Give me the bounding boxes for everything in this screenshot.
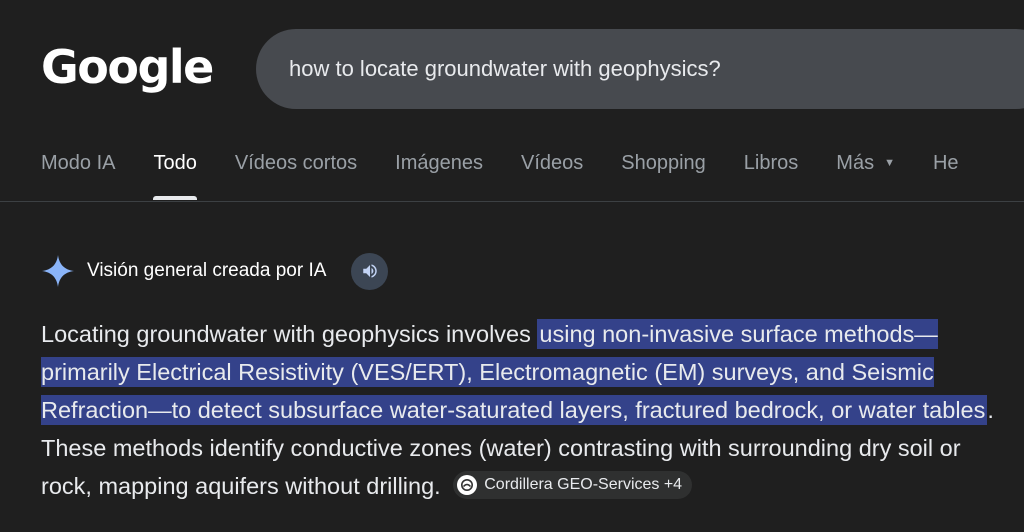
tab-label: Imágenes <box>395 152 483 174</box>
source-favicon-icon <box>457 475 478 495</box>
source-chip-label: Cordillera GEO-Services +4 <box>484 476 683 493</box>
search-input[interactable] <box>289 56 989 82</box>
tab-todo[interactable]: Todo <box>153 152 198 202</box>
search-box[interactable] <box>256 29 1024 109</box>
caret-down-icon: ▼ <box>884 157 895 169</box>
overview-text-intro: Locating groundwater with geophysics inv… <box>41 321 538 347</box>
google-logo[interactable]: Google <box>41 36 214 98</box>
tab-label: Vídeos <box>521 152 584 174</box>
search-results-page: Google Modo IA Todo Vídeos cortos Imágen… <box>0 0 1024 532</box>
tab-herramientas[interactable]: He <box>933 152 959 202</box>
tab-modo-ia[interactable]: Modo IA <box>41 152 115 202</box>
tab-videos-cortos[interactable]: Vídeos cortos <box>235 152 357 202</box>
tab-videos[interactable]: Vídeos <box>521 152 583 202</box>
ai-overview-header: Visión general creada por IA <box>41 252 389 290</box>
tab-label: Vídeos cortos <box>234 152 358 174</box>
ai-overview-text: Locating groundwater with geophysics inv… <box>41 315 1016 505</box>
tab-mas[interactable]: Más ▼ <box>836 152 895 202</box>
tabs-divider <box>0 201 1024 202</box>
speaker-icon <box>363 264 377 278</box>
tab-label: Libros <box>743 152 799 174</box>
listen-button[interactable] <box>351 252 389 290</box>
tab-imagenes[interactable]: Imágenes <box>395 152 483 202</box>
source-chip[interactable]: Cordillera GEO-Services +4 <box>453 471 693 499</box>
ai-overview-title: Visión general creada por IA <box>87 260 327 281</box>
tab-label: Todo <box>153 152 197 174</box>
tab-label: Modo IA <box>41 152 116 174</box>
tab-libros[interactable]: Libros <box>744 152 798 202</box>
tab-shopping[interactable]: Shopping <box>621 152 706 202</box>
tab-label: He <box>932 152 959 174</box>
search-tabs: Modo IA Todo Vídeos cortos Imágenes Víde… <box>41 152 997 202</box>
tab-label: Más <box>836 152 875 174</box>
sparkle-icon <box>42 255 74 287</box>
tab-label: Shopping <box>621 152 706 174</box>
